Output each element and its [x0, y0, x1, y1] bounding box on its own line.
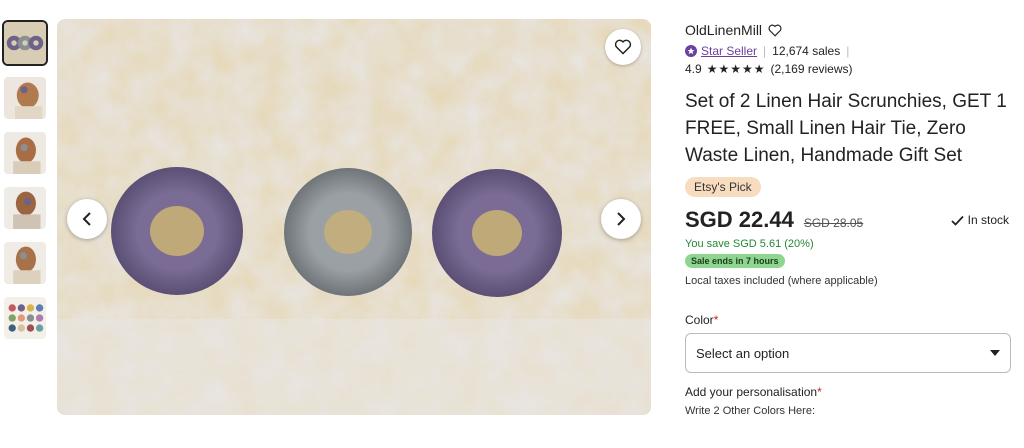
thumb-scrunchies-trio[interactable]	[2, 20, 48, 66]
color-select-value: Select an option	[696, 345, 790, 361]
color-select[interactable]: Select an option	[685, 333, 1011, 373]
shop-name[interactable]: OldLinenMill	[685, 22, 762, 38]
checkmark-icon	[951, 215, 964, 226]
divider: |	[846, 44, 850, 58]
star-seller-label: Star Seller	[701, 44, 758, 58]
thumb-model-1[interactable]	[2, 75, 48, 121]
color-label: Color*	[685, 313, 1011, 327]
stock-label: In stock	[967, 213, 1009, 227]
product-title: Set of 2 Linen Hair Scrunchies, GET 1 FR…	[685, 91, 1007, 166]
product-info-panel: OldLinenMill Star Seller | 12,674 sales …	[685, 22, 1011, 417]
seller-row: Star Seller | 12,674 sales |	[685, 44, 1011, 58]
chevron-left-icon	[82, 212, 91, 226]
required-mark: *	[713, 313, 719, 327]
star-seller-icon	[685, 45, 697, 57]
etsys-pick-badge: Etsy's Pick	[685, 177, 761, 197]
rating-value: 4.9	[685, 62, 702, 76]
personalisation-label: Add your personalisation*	[685, 385, 1011, 399]
thumb-color-swatches[interactable]	[2, 295, 48, 341]
sale-ends-badge: Sale ends in 7 hours	[685, 254, 785, 268]
chevron-right-icon	[617, 212, 626, 226]
star-seller-badge[interactable]: Star Seller	[685, 44, 757, 58]
heart-icon	[614, 39, 632, 55]
tax-note: Local taxes included (where applicable)	[685, 275, 878, 287]
thumb-model-4[interactable]	[2, 240, 48, 286]
personalisation-label-text: Add your personalisation	[685, 385, 818, 399]
thumbnail-list	[2, 20, 52, 350]
divider: |	[763, 44, 767, 58]
current-price: SGD 22.44	[685, 207, 794, 232]
review-count: (2,169 reviews)	[770, 62, 853, 76]
follow-shop-heart-icon[interactable]	[768, 24, 782, 37]
original-price: SGD 28.05	[803, 216, 864, 230]
sales-count: 12,674 sales	[772, 44, 841, 58]
thumb-model-2[interactable]	[2, 130, 48, 176]
color-label-text: Color	[685, 313, 714, 327]
personalisation-prompt: Write 2 Other Colors Here:	[685, 405, 816, 417]
savings-text: You save SGD 5.61 (20%)	[685, 238, 814, 250]
product-photo	[57, 19, 651, 415]
chevron-down-icon	[990, 350, 1000, 356]
rating-row[interactable]: 4.9 ★★★★★ (2,169 reviews)	[685, 62, 1011, 76]
price-row: SGD 22.44 SGD 28.05 In stock	[685, 207, 1011, 233]
stock-status: In stock	[951, 213, 1009, 227]
product-main-image	[57, 19, 651, 415]
previous-image-button[interactable]	[67, 199, 107, 239]
thumb-model-3[interactable]	[2, 185, 48, 231]
next-image-button[interactable]	[601, 199, 641, 239]
required-mark: *	[817, 385, 822, 399]
favorite-button[interactable]	[605, 29, 641, 65]
rating-stars-icon: ★★★★★	[706, 62, 766, 76]
shop-header: OldLinenMill	[685, 22, 1011, 38]
